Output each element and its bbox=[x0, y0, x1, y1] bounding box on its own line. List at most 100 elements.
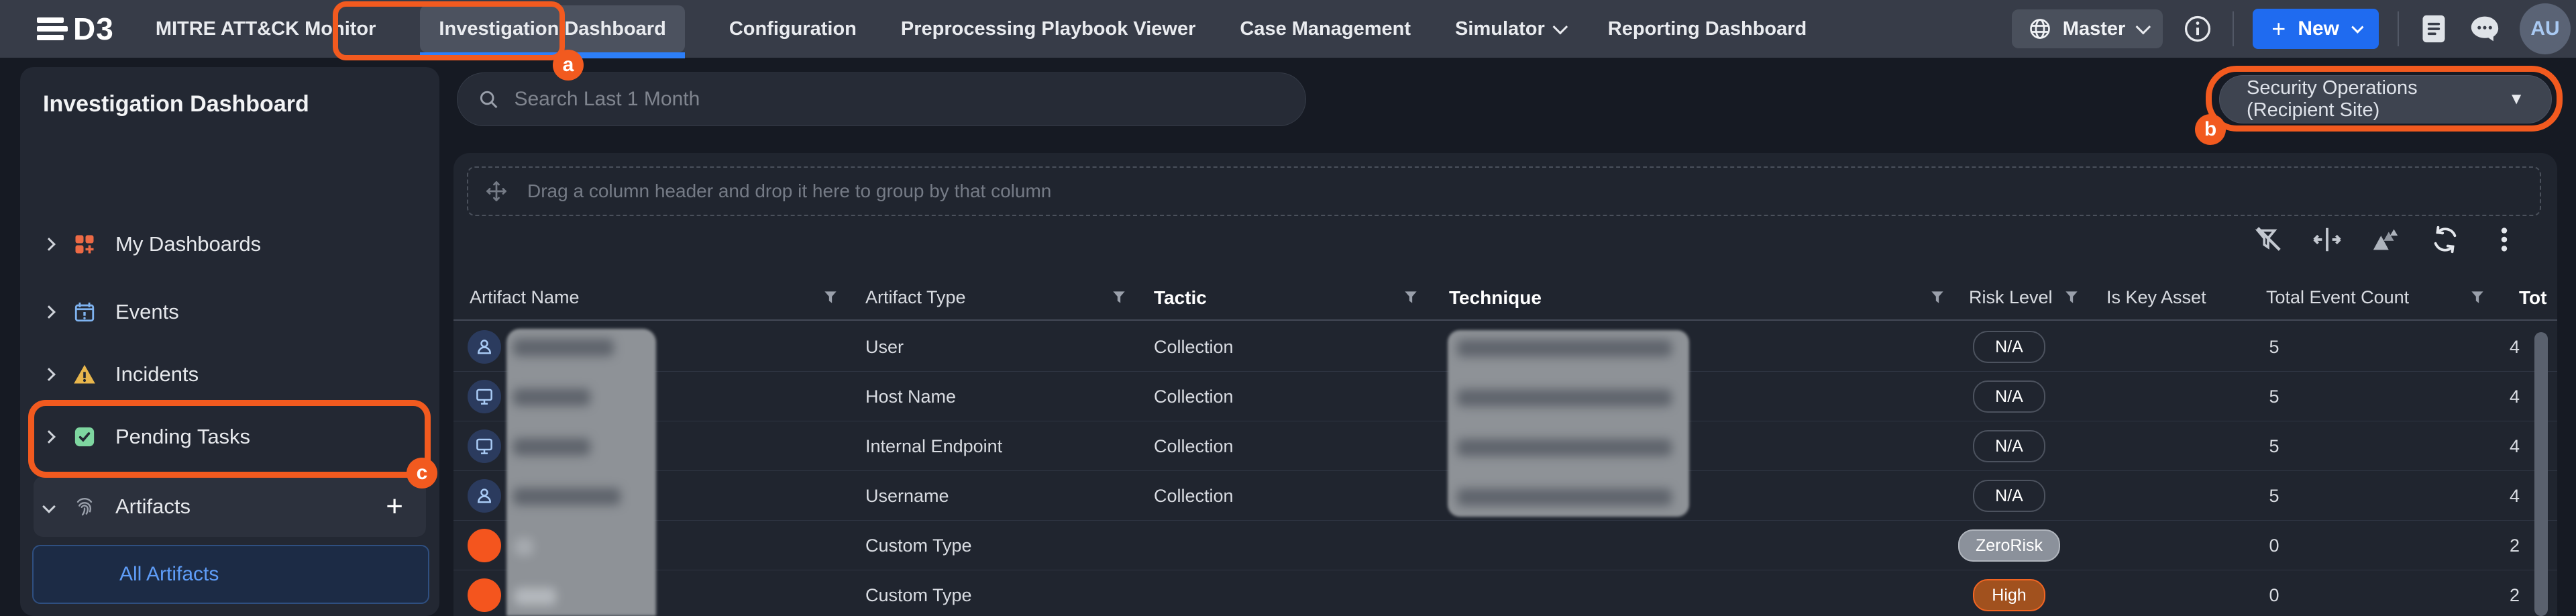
warning-icon bbox=[71, 361, 98, 388]
kebab-menu-icon[interactable] bbox=[2487, 223, 2521, 256]
custom-type-icon bbox=[468, 578, 501, 612]
column-header-artifact-name[interactable]: Artifact Name bbox=[470, 287, 580, 308]
logo-text: D3 bbox=[73, 11, 114, 47]
column-resize-icon[interactable] bbox=[2310, 223, 2344, 256]
nav-investigation-dashboard[interactable]: Investigation Dashboard bbox=[420, 5, 684, 52]
nav-label: Configuration bbox=[729, 18, 857, 40]
nav-case-management[interactable]: Case Management bbox=[1240, 18, 1411, 40]
filter-icon[interactable] bbox=[1929, 289, 1946, 306]
cell-risk-level: ZeroRisk bbox=[1942, 521, 2076, 570]
sidebar-item-my-dashboards[interactable]: My Dashboards bbox=[34, 216, 426, 272]
cell-total-event-count: 5 bbox=[2241, 471, 2308, 521]
active-tab-underline bbox=[420, 52, 684, 58]
cell-artifact-type: User bbox=[865, 322, 904, 372]
table-row[interactable]: Custom Type ZeroRisk 0 2 bbox=[453, 521, 2557, 570]
search-bar[interactable] bbox=[457, 72, 1306, 126]
callout-letter: a bbox=[563, 54, 574, 76]
cell-risk-level: N/A bbox=[1942, 421, 2076, 471]
column-header-artifact-type[interactable]: Artifact Type bbox=[865, 287, 966, 308]
search-input[interactable] bbox=[514, 88, 1285, 111]
chevron-down-icon bbox=[2136, 19, 2151, 35]
topbar-right-cluster: Master + New AU bbox=[2012, 3, 2571, 54]
risk-badge: N/A bbox=[1973, 480, 2045, 512]
vertical-scrollbar[interactable] bbox=[2534, 332, 2548, 616]
top-navigation-bar: D3 MITRE ATT&CK Monitor Investigation Da… bbox=[0, 0, 2576, 58]
nav-label: Preprocessing Playbook Viewer bbox=[901, 18, 1196, 40]
redacted-technique-overlay bbox=[1448, 330, 1689, 517]
table-header-row: Artifact Name Artifact Type Tactic Techn… bbox=[453, 282, 2557, 321]
group-by-dropzone[interactable]: Drag a column header and drop it here to… bbox=[467, 166, 2541, 216]
nav-configuration[interactable]: Configuration bbox=[729, 18, 857, 40]
clear-filter-icon[interactable] bbox=[2251, 223, 2285, 256]
sidebar-item-incidents[interactable]: Incidents bbox=[34, 346, 426, 403]
column-header-risk-level[interactable]: Risk Level bbox=[1969, 287, 2053, 308]
callout-badge-c: c bbox=[407, 458, 437, 489]
nav-simulator[interactable]: Simulator bbox=[1455, 18, 1564, 40]
risk-badge: N/A bbox=[1973, 380, 2045, 413]
sidebar-item-risky-artifacts[interactable]: Risky Artifacts bbox=[32, 608, 429, 616]
callout-badge-b: b bbox=[2195, 114, 2226, 145]
filter-icon[interactable] bbox=[1110, 289, 1128, 306]
sidebar-item-label: Artifacts bbox=[115, 495, 191, 519]
search-icon bbox=[478, 88, 499, 111]
cell-artifact-type: Custom Type bbox=[865, 521, 972, 570]
cell-total-event-count: 5 bbox=[2241, 421, 2308, 471]
chevron-right-icon bbox=[42, 430, 56, 444]
redacted-artifact-names-overlay bbox=[506, 329, 656, 616]
filter-icon[interactable] bbox=[2469, 289, 2486, 306]
new-button[interactable]: + New bbox=[2253, 9, 2379, 49]
refresh-icon[interactable] bbox=[2428, 223, 2462, 256]
sidebar-item-pending-tasks[interactable]: Pending Tasks bbox=[34, 409, 426, 465]
nav-mitre-attck-monitor[interactable]: MITRE ATT&CK Monitor bbox=[156, 18, 376, 40]
sidebar-item-all-artifacts[interactable]: All Artifacts bbox=[32, 545, 429, 604]
column-header-tot[interactable]: Tot bbox=[2519, 287, 2546, 309]
sidebar-item-artifacts[interactable]: Artifacts + bbox=[34, 476, 426, 537]
filter-icon[interactable] bbox=[2063, 289, 2080, 306]
cell-total-event-count: 5 bbox=[2241, 372, 2308, 421]
site-scope-dropdown[interactable]: Master bbox=[2012, 9, 2163, 48]
chevron-right-icon bbox=[42, 238, 56, 251]
document-icon[interactable] bbox=[2418, 13, 2450, 45]
cell-tactic: Collection bbox=[1154, 372, 1234, 421]
avatar-initials: AU bbox=[2530, 17, 2559, 40]
risk-badge: N/A bbox=[1973, 430, 2045, 462]
sidebar-item-events[interactable]: Events bbox=[34, 284, 426, 340]
chevron-right-icon bbox=[42, 305, 56, 319]
callout-letter: b bbox=[2204, 118, 2216, 141]
grid-toolbar bbox=[2251, 223, 2521, 256]
triangles-icon[interactable] bbox=[2369, 223, 2403, 256]
avatar[interactable]: AU bbox=[2520, 3, 2571, 54]
cell-tot: 4 bbox=[2453, 322, 2520, 372]
plus-icon: + bbox=[2271, 15, 2286, 43]
divider bbox=[2233, 11, 2234, 46]
cell-tactic: Collection bbox=[1154, 322, 1234, 372]
cell-artifact-type: Username bbox=[865, 471, 949, 521]
column-header-total-event-count[interactable]: Total Event Count bbox=[2266, 287, 2409, 308]
nav-label: Reporting Dashboard bbox=[1608, 18, 1807, 40]
cell-risk-level: N/A bbox=[1942, 322, 2076, 372]
dropdown-caret-icon: ▼ bbox=[2508, 90, 2524, 109]
filter-icon[interactable] bbox=[822, 289, 839, 306]
column-header-technique[interactable]: Technique bbox=[1449, 287, 1542, 309]
monitor-icon bbox=[468, 380, 501, 413]
nav-label: Simulator bbox=[1455, 18, 1545, 40]
sidebar-item-label: My Dashboards bbox=[115, 232, 261, 256]
cell-total-event-count: 0 bbox=[2241, 521, 2308, 570]
master-label: Master bbox=[2063, 18, 2126, 40]
site-selector-dropdown[interactable]: Security Operations (Recipient Site) ▼ bbox=[2219, 75, 2552, 123]
add-artifact-dashboard-button[interactable]: + bbox=[386, 490, 403, 523]
page-title: Investigation Dashboard bbox=[43, 91, 309, 117]
column-header-is-key-asset[interactable]: Is Key Asset bbox=[2106, 287, 2206, 308]
filter-icon[interactable] bbox=[1402, 289, 1419, 306]
column-header-tactic[interactable]: Tactic bbox=[1154, 287, 1207, 309]
info-icon[interactable] bbox=[2182, 13, 2214, 45]
monitor-icon bbox=[468, 429, 501, 463]
table-row[interactable]: Custom Type High 0 2 bbox=[453, 570, 2557, 616]
nav-reporting-dashboard[interactable]: Reporting Dashboard bbox=[1608, 18, 1807, 40]
nav-preprocessing-playbook-viewer[interactable]: Preprocessing Playbook Viewer bbox=[901, 18, 1196, 40]
cell-artifact-type: Internal Endpoint bbox=[865, 421, 1002, 471]
nav-label: Case Management bbox=[1240, 18, 1411, 40]
cell-tot: 2 bbox=[2453, 521, 2520, 570]
cell-tot: 4 bbox=[2453, 372, 2520, 421]
chat-icon[interactable] bbox=[2469, 13, 2501, 45]
